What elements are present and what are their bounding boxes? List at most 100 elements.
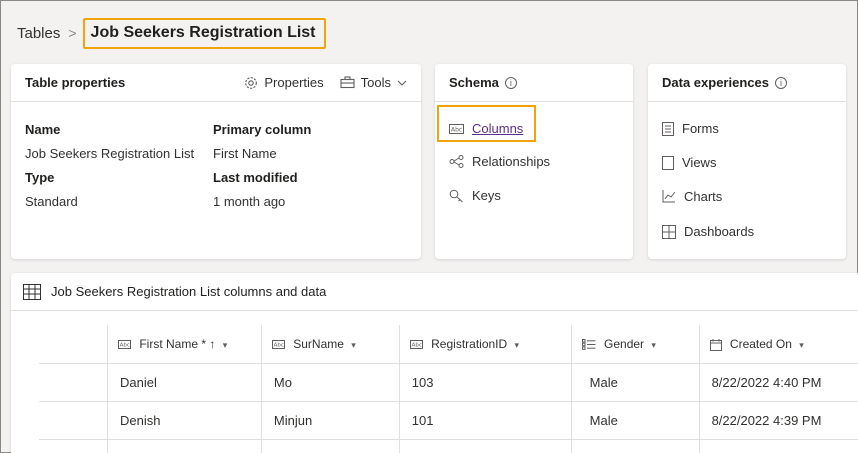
dashboards-link[interactable]: Dashboards <box>662 224 754 239</box>
chart-icon <box>662 190 676 203</box>
cell-first-name[interactable]: Daniel <box>107 363 262 402</box>
text-column-icon: Abc <box>271 340 285 350</box>
schema-card: Schema i Abc Columns Relationships Keys <box>435 64 633 259</box>
breadcrumb: Tables > Job Seekers Registration List <box>17 17 326 49</box>
sort-ascending-icon: ↑ <box>209 336 216 351</box>
cell-empty[interactable] <box>570 439 700 453</box>
cell-gender[interactable]: Male <box>570 401 700 440</box>
cell-gender[interactable]: Male <box>570 363 700 402</box>
chevron-down-icon[interactable]: ▾ <box>515 340 520 350</box>
table-icon <box>23 283 41 300</box>
svg-text:Abc: Abc <box>274 343 284 349</box>
last-modified-label: Last modified <box>213 170 298 185</box>
calendar-icon <box>709 338 722 351</box>
data-grid: Abc First Name * ↑ ▾ Abc SurName ▾ Abc R… <box>107 325 858 453</box>
type-value: Standard <box>25 194 78 209</box>
dashboards-label: Dashboards <box>684 224 755 239</box>
properties-button[interactable]: Properties <box>244 75 324 90</box>
dashboard-icon <box>662 224 676 239</box>
gear-icon <box>245 76 258 89</box>
info-icon[interactable]: i <box>774 76 787 89</box>
choice-column-icon <box>581 339 596 350</box>
columns-link[interactable]: Abc Columns <box>449 121 523 136</box>
cell-surname[interactable]: Minjun <box>260 401 400 440</box>
table-properties-title: Table properties <box>25 75 126 90</box>
chevron-down-icon <box>397 80 407 86</box>
properties-label: Properties <box>264 75 324 90</box>
schema-title: Schema <box>449 75 499 90</box>
column-header-gender[interactable]: Gender ▾ <box>570 325 700 364</box>
relationships-icon <box>449 155 464 168</box>
created-on-header-label: Created On <box>729 336 792 351</box>
column-header-surname[interactable]: Abc SurName ▾ <box>260 325 400 364</box>
surname-header-label: SurName <box>293 336 344 351</box>
tools-dropdown[interactable]: Tools <box>340 75 407 90</box>
views-link[interactable]: Views <box>662 155 716 170</box>
cell-registration-id[interactable]: 101 <box>398 401 572 440</box>
column-header-first-name[interactable]: Abc First Name * ↑ ▾ <box>107 325 262 364</box>
info-icon[interactable]: i <box>504 76 517 89</box>
tools-label: Tools <box>360 75 391 90</box>
type-label: Type <box>25 170 55 185</box>
table-row[interactable]: Daniel Mo 103 Male 8/22/2022 4:40 PM <box>107 363 858 402</box>
forms-link[interactable]: Forms <box>662 121 719 136</box>
column-header-registration-id[interactable]: Abc RegistrationID ▾ <box>398 325 572 364</box>
cell-created-on[interactable]: 8/22/2022 4:39 PM <box>698 401 858 440</box>
page-title: Job Seekers Registration List <box>82 17 326 49</box>
cell-registration-id[interactable]: 103 <box>398 363 572 402</box>
breadcrumb-tables-link[interactable]: Tables <box>17 25 60 42</box>
table-properties-header: Table properties Properties Tools <box>11 64 421 102</box>
table-row[interactable]: Denish Minjun 101 Male 8/22/2022 4:39 PM <box>107 401 858 440</box>
required-marker: * <box>201 336 207 351</box>
text-column-icon: Abc <box>409 340 423 350</box>
chevron-down-icon[interactable]: ▾ <box>223 340 228 350</box>
toolbox-icon <box>340 76 355 89</box>
keys-label: Keys <box>472 188 501 203</box>
first-name-header-label: First Name <box>139 336 199 351</box>
columns-and-data-title: Job Seekers Registration List columns an… <box>51 284 327 299</box>
data-experiences-title: Data experiences <box>662 75 769 90</box>
charts-link[interactable]: Charts <box>662 189 722 204</box>
table-row[interactable] <box>107 439 858 453</box>
columns-label: Columns <box>472 121 524 136</box>
key-icon <box>449 189 463 202</box>
columns-and-data-header: Job Seekers Registration List columns an… <box>11 273 858 311</box>
chevron-down-icon[interactable]: ▾ <box>651 340 656 350</box>
svg-text:Abc: Abc <box>120 343 130 349</box>
column-header-created-on[interactable]: Created On ▾ <box>698 325 858 364</box>
cell-empty[interactable] <box>398 439 572 453</box>
data-experiences-card: Data experiences i Forms Views Charts Da… <box>648 64 846 259</box>
schema-header: Schema i <box>435 64 633 102</box>
form-icon <box>662 121 674 136</box>
breadcrumb-separator: > <box>68 25 77 41</box>
cell-empty[interactable] <box>260 439 400 453</box>
grid-header-row: Abc First Name * ↑ ▾ Abc SurName ▾ Abc R… <box>107 325 858 364</box>
text-column-icon: Abc <box>118 340 131 350</box>
relationships-link[interactable]: Relationships <box>449 154 550 169</box>
relationships-label: Relationships <box>472 154 551 169</box>
cell-empty[interactable] <box>107 439 262 453</box>
view-icon <box>662 155 674 170</box>
columns-and-data-panel: Job Seekers Registration List columns an… <box>11 273 858 453</box>
keys-link[interactable]: Keys <box>449 188 501 203</box>
row-gutter-divider <box>39 363 107 364</box>
text-column-icon: Abc <box>449 123 464 134</box>
charts-label: Charts <box>684 189 723 204</box>
chevron-down-icon[interactable]: ▾ <box>351 340 356 350</box>
cell-created-on[interactable]: 8/22/2022 4:40 PM <box>698 363 858 402</box>
cell-surname[interactable]: Mo <box>260 363 400 402</box>
svg-text:Abc: Abc <box>451 126 462 133</box>
cell-empty[interactable] <box>698 439 858 453</box>
data-experiences-header: Data experiences i <box>648 64 846 102</box>
primary-column-label: Primary column <box>213 122 312 137</box>
chevron-down-icon[interactable]: ▾ <box>799 340 804 350</box>
name-label: Name <box>25 122 61 137</box>
row-gutter-divider <box>39 439 107 440</box>
cell-first-name[interactable]: Denish <box>107 401 262 440</box>
gender-header-label: Gender <box>604 336 645 351</box>
registration-id-header-label: RegistrationID <box>431 336 508 351</box>
last-modified-value: 1 month ago <box>213 194 286 209</box>
primary-column-value: First Name <box>213 146 277 161</box>
forms-label: Forms <box>682 121 719 136</box>
svg-text:Abc: Abc <box>411 343 421 349</box>
